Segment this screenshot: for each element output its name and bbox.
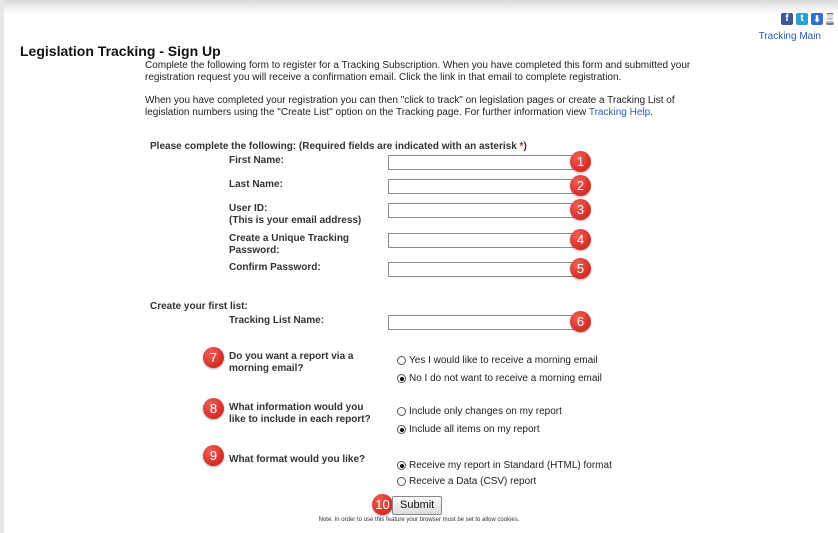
report-format-question: What format would you like? (229, 454, 366, 465)
content-all-label: Include all items on my report (409, 424, 540, 435)
badge-6: 6 (570, 311, 591, 332)
first-name-label: First Name: (229, 155, 285, 166)
facebook-icon[interactable]: f (781, 13, 793, 25)
twitter-icon[interactable]: t (796, 13, 808, 25)
password-field[interactable] (388, 233, 574, 248)
last-name-label: Last Name: (229, 179, 283, 190)
user-id-field[interactable] (388, 203, 574, 218)
content-changes-radio[interactable] (397, 407, 406, 416)
report-content-question: What information would you like to inclu… (229, 402, 371, 425)
intro-end: . (650, 106, 653, 118)
tracking-list-name-field[interactable] (388, 315, 574, 330)
format-html-label: Receive my report in Standard (HTML) for… (409, 460, 612, 471)
badge-3: 3 (570, 199, 591, 220)
email-no-label: No I do not want to receive a morning em… (409, 373, 602, 384)
badge-4: 4 (570, 229, 591, 250)
morning-email-question: Do you want a report via a morning email… (229, 351, 354, 374)
format-csv-label: Receive a Data (CSV) report (409, 476, 537, 487)
format-csv-radio[interactable] (397, 477, 406, 486)
format-csv-option[interactable]: Receive a Data (CSV) report (397, 476, 536, 487)
content-all-radio[interactable] (397, 425, 406, 434)
email-yes-radio[interactable] (397, 356, 406, 365)
intro-paragraph: Complete the following form to register … (145, 60, 691, 83)
download-icon[interactable]: ⬇ (811, 13, 823, 25)
confirm-password-field[interactable] (388, 262, 574, 277)
badge-7: 7 (203, 347, 224, 368)
badge-1: 1 (570, 151, 591, 172)
email-yes-option[interactable]: Yes I would like to receive a morning em… (397, 355, 598, 366)
confirm-password-label: Confirm Password: (229, 262, 321, 273)
badge-8: 8 (203, 398, 224, 419)
badge-5: 5 (570, 258, 591, 279)
required-fields-note: Please complete the following: (Required… (150, 141, 527, 152)
content-changes-label: Include only changes on my report (409, 406, 562, 417)
required-note-text: Please complete the following: (Required… (150, 141, 517, 152)
badge-9: 9 (203, 445, 224, 466)
left-edge (0, 0, 4, 533)
user-id-label-text: User ID: (229, 203, 268, 214)
badge-10: 10 (372, 494, 393, 515)
share-icons: f t ⬇ ▤ (781, 13, 835, 25)
format-html-radio[interactable] (397, 461, 406, 470)
tracking-help-link[interactable]: Tracking Help (589, 107, 650, 118)
email-no-option[interactable]: No I do not want to receive a morning em… (397, 373, 602, 384)
intro-paragraph-2: When you have completed your registratio… (145, 95, 720, 118)
email-no-radio[interactable] (397, 374, 406, 383)
last-name-field[interactable] (388, 179, 574, 194)
password-label: Create a Unique Tracking Password: (229, 233, 350, 256)
first-name-field[interactable] (388, 155, 574, 170)
tracking-main-link[interactable]: Tracking Main (759, 31, 821, 42)
content-all-option[interactable]: Include all items on my report (397, 424, 540, 435)
format-html-option[interactable]: Receive my report in Standard (HTML) for… (397, 460, 612, 471)
page-title: Legislation Tracking - Sign Up (20, 43, 221, 59)
user-id-hint: (This is your email address) (229, 214, 362, 226)
tracking-list-name-label: Tracking List Name: (229, 315, 325, 326)
print-icon[interactable]: ▤ (825, 13, 835, 25)
cookie-note: Note: In order to use this feature your … (318, 517, 520, 523)
required-note-end: ) (523, 141, 527, 152)
email-yes-label: Yes I would like to receive a morning em… (409, 355, 598, 366)
badge-2: 2 (570, 175, 591, 196)
content-changes-option[interactable]: Include only changes on my report (397, 406, 562, 417)
list-heading: Create your first list: (150, 301, 248, 312)
user-id-label: User ID: (This is your email address) (229, 203, 379, 226)
submit-button[interactable]: Submit (392, 496, 443, 515)
